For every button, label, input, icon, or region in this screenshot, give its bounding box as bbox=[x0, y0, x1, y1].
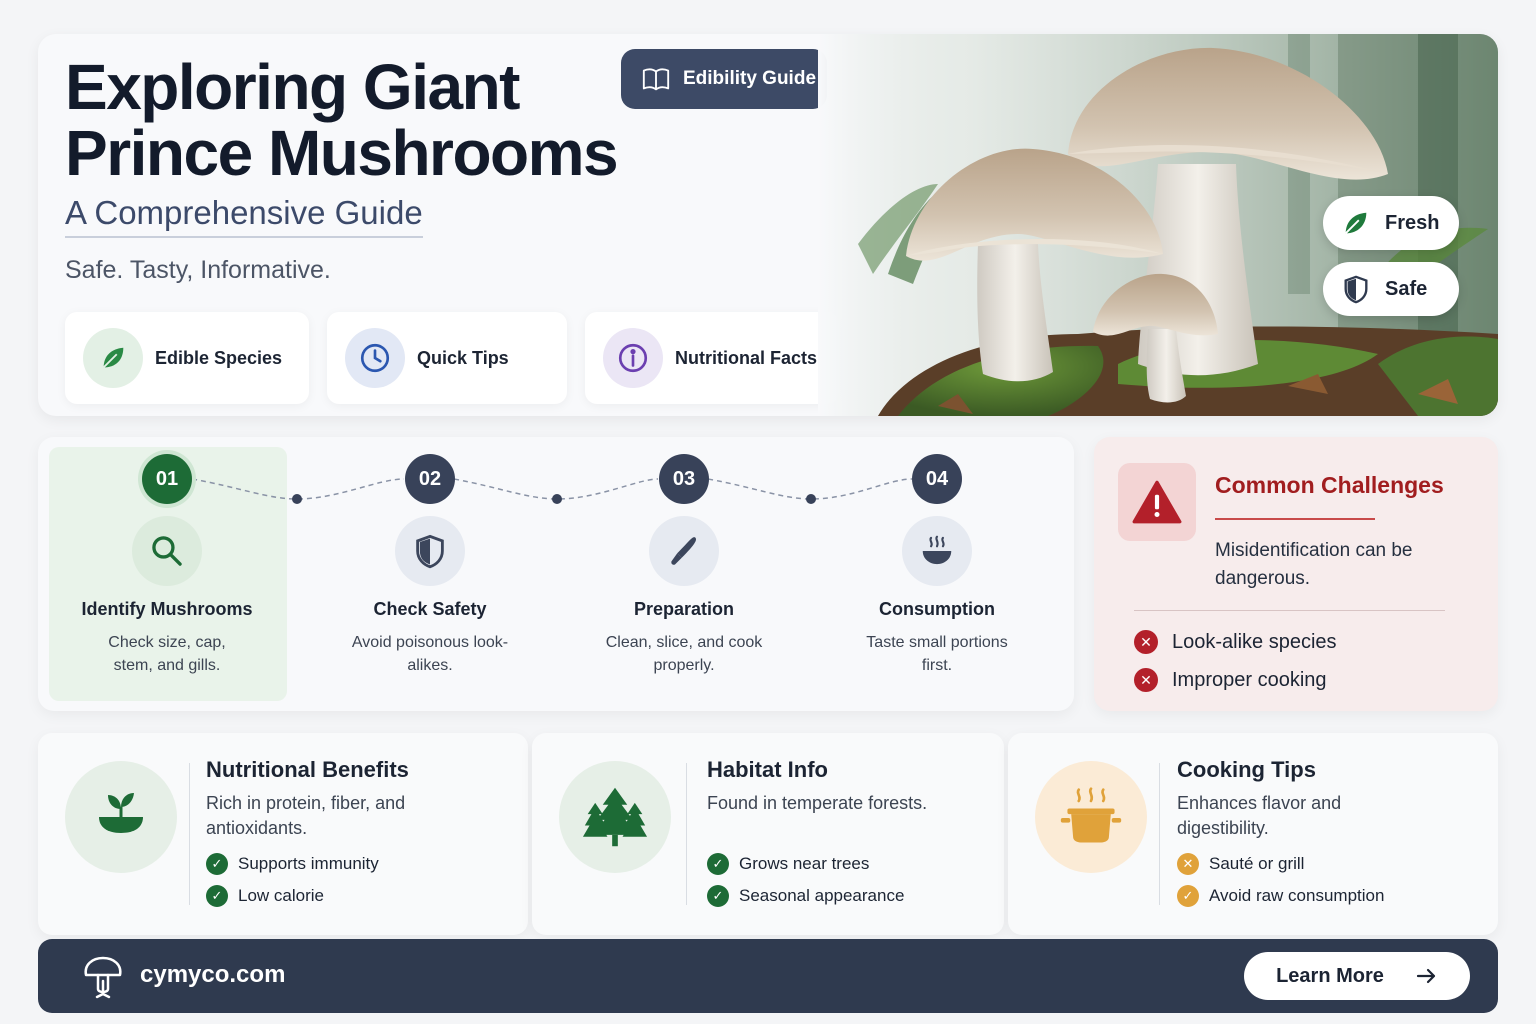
card-item-label: Avoid raw consumption bbox=[1209, 886, 1385, 905]
book-icon bbox=[642, 68, 670, 91]
card-item: ✕ Sauté or grill bbox=[1177, 853, 1304, 875]
challenge-item-label: Look-alike species bbox=[1172, 630, 1337, 653]
check-icon: ✓ bbox=[707, 853, 729, 875]
tagline: Safe. Tasty, Informative. bbox=[65, 256, 331, 284]
feature-nutritional-facts-label: Nutritional Facts bbox=[675, 347, 818, 368]
challenges-title: Common Challenges bbox=[1215, 472, 1444, 498]
steps-panel: 01 Identify Mushrooms Check size, cap, s… bbox=[38, 437, 1074, 711]
challenges-underline bbox=[1215, 518, 1375, 520]
step-preparation[interactable]: 03 Preparation Clean, slice, and cook pr… bbox=[564, 437, 804, 711]
sprout-bowl-icon bbox=[65, 761, 177, 873]
learn-more-label: Learn More bbox=[1276, 964, 1384, 987]
step-consumption[interactable]: 04 Consumption Taste small portions firs… bbox=[817, 437, 1057, 711]
card-desc: Rich in protein, fiber, and antioxidants… bbox=[206, 793, 406, 838]
feature-quick-tips-label: Quick Tips bbox=[417, 347, 509, 368]
close-icon: ✕ bbox=[1177, 853, 1199, 875]
title-line-2: Prince Mushrooms bbox=[65, 117, 619, 189]
page-title: Exploring Giant Prince Mushrooms bbox=[65, 54, 645, 186]
card-item: ✓ Low calorie bbox=[206, 885, 324, 907]
card-item: ✓ Avoid raw consumption bbox=[1177, 885, 1384, 907]
card-title: Habitat Info bbox=[707, 757, 828, 782]
card-item-label: Grows near trees bbox=[739, 854, 870, 873]
card-title: Cooking Tips bbox=[1177, 757, 1316, 782]
challenges-panel: Common Challenges Misidentification can … bbox=[1094, 437, 1498, 711]
clock-icon bbox=[345, 328, 405, 388]
check-icon: ✓ bbox=[707, 885, 729, 907]
feature-quick-tips[interactable]: Quick Tips bbox=[327, 312, 567, 404]
feature-edible-species-label: Edible Species bbox=[155, 347, 283, 368]
step-desc: Taste small portions first. bbox=[866, 634, 1008, 674]
step-number: 04 bbox=[912, 454, 962, 504]
nutritional-benefits-card: Nutritional Benefits Rich in protein, fi… bbox=[38, 733, 528, 935]
card-item-label: Sauté or grill bbox=[1209, 854, 1305, 873]
safe-pill: Safe bbox=[1323, 262, 1459, 316]
step-number: 03 bbox=[659, 454, 709, 504]
card-item: ✓ Supports immunity bbox=[206, 853, 379, 875]
edibility-guide-label: Edibility Guide bbox=[683, 68, 817, 89]
info-icon bbox=[603, 328, 663, 388]
close-icon: ✕ bbox=[1134, 668, 1158, 692]
warning-icon bbox=[1118, 463, 1196, 541]
check-icon: ✓ bbox=[206, 885, 228, 907]
bowl-icon bbox=[902, 516, 972, 586]
search-icon bbox=[132, 516, 202, 586]
leaf-icon bbox=[83, 328, 143, 388]
step-check-safety[interactable]: 02 Check Safety Avoid poisonous look-ali… bbox=[310, 437, 550, 711]
card-desc: Enhances flavor and digestibility. bbox=[1177, 793, 1342, 838]
step-title: Consumption bbox=[879, 599, 995, 619]
check-icon: ✓ bbox=[206, 853, 228, 875]
card-item-label: Low calorie bbox=[238, 886, 324, 905]
page-subtitle: A Comprehensive Guide bbox=[65, 194, 423, 238]
site-url[interactable]: cymyco.com bbox=[140, 961, 285, 989]
card-item: ✓ Grows near trees bbox=[707, 853, 869, 875]
challenge-item: ✕ Improper cooking bbox=[1134, 668, 1327, 692]
card-item-label: Supports immunity bbox=[238, 854, 379, 873]
hero-banner: Exploring Giant Prince Mushrooms A Compr… bbox=[38, 34, 1498, 416]
divider bbox=[686, 763, 687, 905]
close-icon: ✕ bbox=[1134, 630, 1158, 654]
step-desc: Clean, slice, and cook properly. bbox=[605, 634, 763, 674]
feature-nutritional-facts[interactable]: Nutritional Facts bbox=[585, 312, 839, 404]
pot-icon bbox=[1035, 761, 1147, 873]
trees-icon bbox=[559, 761, 671, 873]
step-desc: Check size, cap, stem, and gills. bbox=[108, 634, 226, 674]
habitat-info-card: Habitat Info Found in temperate forests.… bbox=[532, 733, 1004, 935]
leaf-icon bbox=[1345, 212, 1367, 234]
card-desc: Found in temperate forests. bbox=[707, 793, 928, 813]
footer-bar: cymyco.com Learn More bbox=[38, 939, 1498, 1013]
card-item-label: Seasonal appearance bbox=[739, 886, 905, 905]
step-title: Identify Mushrooms bbox=[81, 599, 253, 619]
safe-label: Safe bbox=[1385, 277, 1428, 300]
fresh-pill: Fresh bbox=[1323, 196, 1459, 250]
divider bbox=[189, 763, 190, 905]
cooking-tips-card: Cooking Tips Enhances flavor and digesti… bbox=[1008, 733, 1498, 935]
title-line-1: Exploring Giant bbox=[65, 51, 520, 123]
step-desc: Avoid poisonous look-alikes. bbox=[351, 634, 509, 674]
arrow-right-icon bbox=[1416, 968, 1436, 984]
step-title: Check Safety bbox=[373, 599, 487, 619]
card-title: Nutritional Benefits bbox=[206, 757, 409, 782]
challenges-desc: Misidentification can be dangerous. bbox=[1215, 540, 1413, 589]
divider bbox=[1159, 763, 1160, 905]
mushroom-logo-icon bbox=[84, 956, 122, 999]
challenge-item-label: Improper cooking bbox=[1172, 668, 1327, 691]
challenge-item: ✕ Look-alike species bbox=[1134, 630, 1337, 654]
step-number: 01 bbox=[142, 454, 192, 504]
card-item: ✓ Seasonal appearance bbox=[707, 885, 904, 907]
check-icon: ✓ bbox=[1177, 885, 1199, 907]
shield-icon bbox=[1344, 275, 1368, 304]
step-title: Preparation bbox=[633, 599, 735, 619]
feature-edible-species[interactable]: Edible Species bbox=[65, 312, 309, 404]
knife-icon bbox=[649, 516, 719, 586]
shield-icon bbox=[395, 516, 465, 586]
fresh-label: Fresh bbox=[1385, 211, 1440, 234]
step-identify[interactable]: 01 Identify Mushrooms Check size, cap, s… bbox=[47, 437, 287, 711]
step-number: 02 bbox=[405, 454, 455, 504]
edibility-guide-badge[interactable]: Edibility Guide bbox=[621, 49, 827, 109]
learn-more-button[interactable]: Learn More bbox=[1244, 952, 1470, 1000]
divider bbox=[1134, 610, 1445, 611]
